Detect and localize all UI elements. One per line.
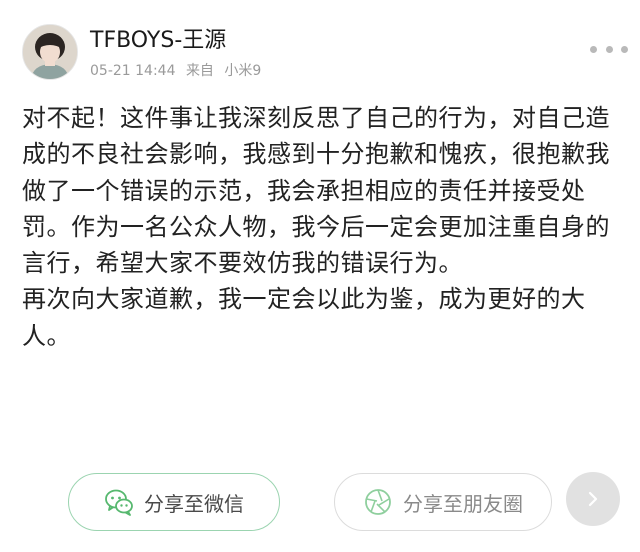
post-date: 05-21 14:44: [90, 63, 176, 79]
source-device[interactable]: 小米9: [224, 63, 261, 79]
author-name[interactable]: TFBOYS-王源: [90, 27, 226, 55]
more-dot: [590, 45, 597, 53]
post-body: 对不起！这件事让我深刻反思了自己的行为，对自己造成的不良社会影响，我感到十分抱歉…: [22, 100, 622, 354]
post-paragraph: 对不起！这件事让我深刻反思了自己的行为，对自己造成的不良社会影响，我感到十分抱歉…: [22, 104, 610, 278]
share-wechat-button[interactable]: 分享至微信: [68, 473, 280, 531]
share-wechat-label: 分享至微信: [144, 491, 244, 516]
more-dot: [605, 45, 613, 53]
chevron-right-icon[interactable]: [566, 472, 620, 526]
share-bar: 分享至微信 分享至朋友圈: [0, 464, 640, 552]
wechat-icon: [104, 487, 134, 517]
share-moments-label: 分享至朋友圈: [403, 491, 523, 516]
avatar-image: [23, 25, 77, 79]
more-dots-icon[interactable]: [590, 42, 628, 56]
source-prefix: 来自: [185, 63, 214, 79]
share-moments-button[interactable]: 分享至朋友圈: [334, 473, 552, 531]
post-header: TFBOYS-王源 05-21 14:44 来自 小米9: [0, 0, 640, 92]
more-dot: [621, 45, 628, 53]
post-paragraph: 再次向大家道歉，我一定会以此为鉴，成为更好的大人。: [22, 285, 586, 350]
avatar[interactable]: [22, 24, 78, 80]
post-meta: 05-21 14:44 来自 小米9: [90, 62, 261, 80]
moments-shutter-icon: [363, 487, 393, 517]
